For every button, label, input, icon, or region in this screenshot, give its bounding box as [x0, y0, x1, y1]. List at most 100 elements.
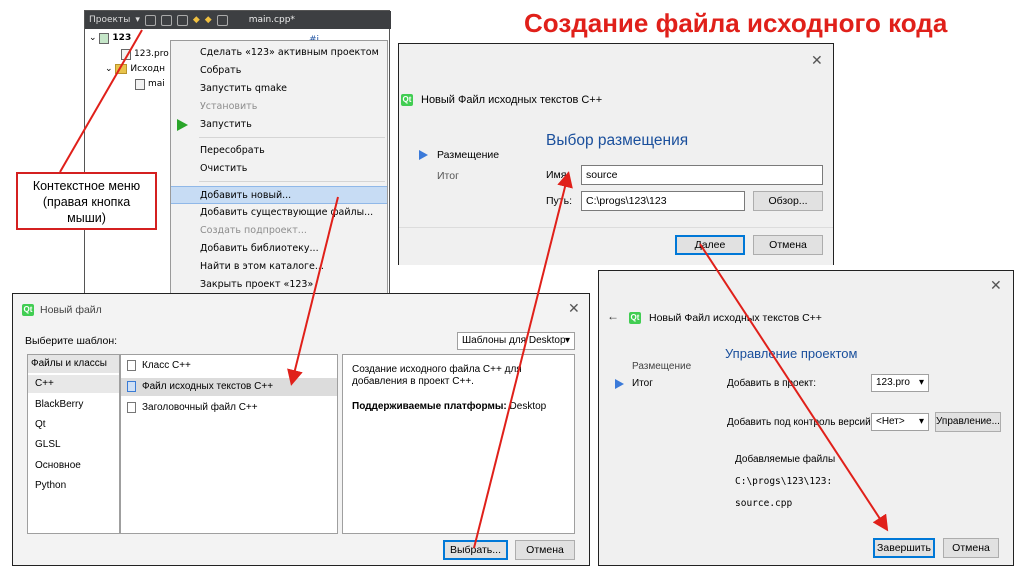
forward-arrow-icon[interactable]: ◆	[205, 15, 212, 25]
current-step-arrow-icon	[615, 379, 624, 389]
menu-item-close-project[interactable]: Закрыть проект «123»	[171, 276, 387, 294]
ide-toolbar: Проекты ▾ ◆ ◆ main.cpp*	[85, 11, 391, 29]
files-label: Добавляемые файлы	[735, 454, 836, 465]
callout-line: мыши)	[67, 211, 106, 225]
platforms-row: Поддерживаемые платформы: Desktop	[352, 401, 546, 412]
close-icon[interactable]: ✕	[811, 52, 823, 69]
category-item[interactable]: Qt	[35, 419, 46, 430]
close-icon[interactable]: ✕	[568, 300, 580, 317]
pro-file-icon	[121, 48, 131, 60]
choose-template-label: Выберите шаблон:	[25, 335, 118, 347]
split-icon[interactable]	[176, 14, 188, 26]
tree-item-main[interactable]: mai	[135, 77, 165, 91]
files-name: source.cpp	[735, 498, 793, 509]
back-arrow-icon[interactable]: ◆	[193, 15, 200, 25]
path-input[interactable]: C:\progs\123\123	[581, 191, 745, 211]
template-item[interactable]: Заголовочный файл C++	[127, 402, 258, 413]
template-description: Создание исходного файла C++ для добавле…	[352, 364, 522, 387]
menu-item-rebuild[interactable]: Пересобрать	[171, 142, 387, 160]
menu-separator	[199, 181, 385, 182]
category-item[interactable]: Основное	[35, 460, 81, 471]
run-icon	[177, 119, 188, 131]
link-icon[interactable]	[160, 14, 172, 26]
step-current: Размещение	[437, 149, 500, 161]
tree-label: Исходн	[130, 64, 166, 74]
dropdown-icon[interactable]: ▾	[135, 15, 140, 25]
category-item[interactable]: Python	[35, 480, 66, 491]
filter-icon[interactable]	[144, 14, 156, 26]
menu-item-add-existing[interactable]: Добавить существующие файлы...	[171, 204, 387, 222]
editor-tab[interactable]: main.cpp*	[249, 15, 295, 25]
projects-tab-label[interactable]: Проекты	[89, 15, 130, 25]
project-select[interactable]: 123.pro	[871, 374, 929, 392]
template-label: Заголовочный файл C++	[142, 402, 258, 414]
cancel-button[interactable]: Отмена	[943, 538, 999, 558]
platforms-value: Desktop	[509, 401, 547, 412]
manage-button[interactable]: Управление...	[935, 412, 1001, 432]
files-path: C:\progs\123\123:	[735, 476, 833, 487]
category-header: Файлы и классы	[28, 355, 119, 373]
menu-item-clean[interactable]: Очистить	[171, 160, 387, 178]
expand-arrow-icon[interactable]: ⌄	[89, 33, 97, 43]
template-item[interactable]: Класс C++	[127, 360, 191, 371]
context-menu-callout: Контекстное меню (правая кнопка мыши)	[16, 172, 157, 230]
category-item[interactable]: C++	[28, 375, 119, 393]
path-label: Путь:	[546, 195, 572, 207]
finish-button[interactable]: Завершить	[873, 538, 935, 558]
cancel-button[interactable]: Отмена	[515, 540, 575, 560]
wizard-title: Новый Файл исходных текстов C++	[649, 312, 822, 324]
step-heading: Управление проектом	[725, 346, 858, 361]
menu-item-run-label: Запустить	[200, 119, 252, 130]
tree-item-pro[interactable]: 123.pro	[121, 47, 169, 61]
menu-item-qmake[interactable]: Запустить qmake	[171, 80, 387, 98]
tree-label: 123	[112, 33, 132, 43]
category-item[interactable]: GLSL	[35, 439, 61, 450]
dialog-title: Новый файл	[40, 304, 102, 316]
tree-item-sources[interactable]: ⌄ Исходн	[105, 62, 165, 76]
choose-button[interactable]: Выбрать...	[443, 540, 508, 560]
menu-item-add-library[interactable]: Добавить библиотеку...	[171, 240, 387, 258]
file-icon	[216, 14, 228, 26]
menu-item-build[interactable]: Собрать	[171, 62, 387, 80]
current-step-arrow-icon	[419, 150, 428, 160]
vcs-select[interactable]: <Нет>	[871, 413, 929, 431]
category-item[interactable]: BlackBerry	[35, 399, 83, 410]
add-to-project-label: Добавить в проект:	[727, 378, 817, 389]
summary-dialog: ✕ ← Qt Новый Файл исходных текстов C++ У…	[598, 270, 1014, 566]
menu-item-find-in-dir[interactable]: Найти в этом каталоге...	[171, 258, 387, 276]
step-prev: Размещение	[632, 361, 692, 372]
qt-logo-icon: Qt	[22, 304, 34, 316]
new-file-dialog: Qt Новый файл ✕ Выберите шаблон: Шаблоны…	[12, 293, 590, 566]
document-icon	[127, 402, 136, 413]
next-button[interactable]: Далее	[675, 235, 745, 255]
cancel-button[interactable]: Отмена	[753, 235, 823, 255]
menu-item-install: Установить	[200, 101, 258, 112]
back-arrow-icon[interactable]: ←	[607, 309, 619, 323]
document-icon	[127, 360, 136, 371]
browse-button[interactable]: Обзор...	[753, 191, 823, 211]
close-icon[interactable]: ✕	[990, 277, 1002, 294]
tree-item-project[interactable]: ⌄ 123	[89, 31, 131, 45]
folder-icon	[115, 64, 128, 74]
menu-item-run[interactable]: Запустить	[171, 116, 387, 134]
step-next: Итог	[437, 170, 459, 182]
step-heading: Выбор размещения	[546, 132, 689, 149]
category-list: Файлы и классы C++ BlackBerry Qt GLSL Ос…	[27, 354, 120, 534]
qt-logo-icon: Qt	[629, 312, 641, 324]
template-description-panel: Создание исходного файла C++ для добавле…	[342, 354, 575, 534]
location-dialog: ✕ Qt Новый Файл исходных текстов C++ Выб…	[398, 43, 834, 265]
tree-label: mai	[148, 79, 165, 89]
template-list: Класс C++ Файл исходных текстов C++ Заго…	[120, 354, 338, 534]
template-label: Файл исходных текстов C++	[142, 381, 274, 393]
template-item-selected[interactable]: Файл исходных текстов C++	[121, 378, 337, 396]
menu-item-create-subproject: Создать подпроект...	[200, 225, 307, 236]
slide-title: Создание файла исходного кода	[524, 8, 948, 38]
menu-item-add-new[interactable]: Добавить новый...	[171, 186, 387, 204]
tree-label: 123.pro	[134, 49, 169, 59]
name-input[interactable]: source	[581, 165, 823, 185]
menu-item-set-active[interactable]: Сделать «123» активным проектом	[171, 44, 387, 62]
vcs-label: Добавить под контроль версий:	[727, 417, 874, 428]
template-filter-select[interactable]: Шаблоны для Desktop	[457, 332, 575, 350]
document-icon	[127, 381, 136, 392]
expand-arrow-icon[interactable]: ⌄	[105, 64, 113, 74]
